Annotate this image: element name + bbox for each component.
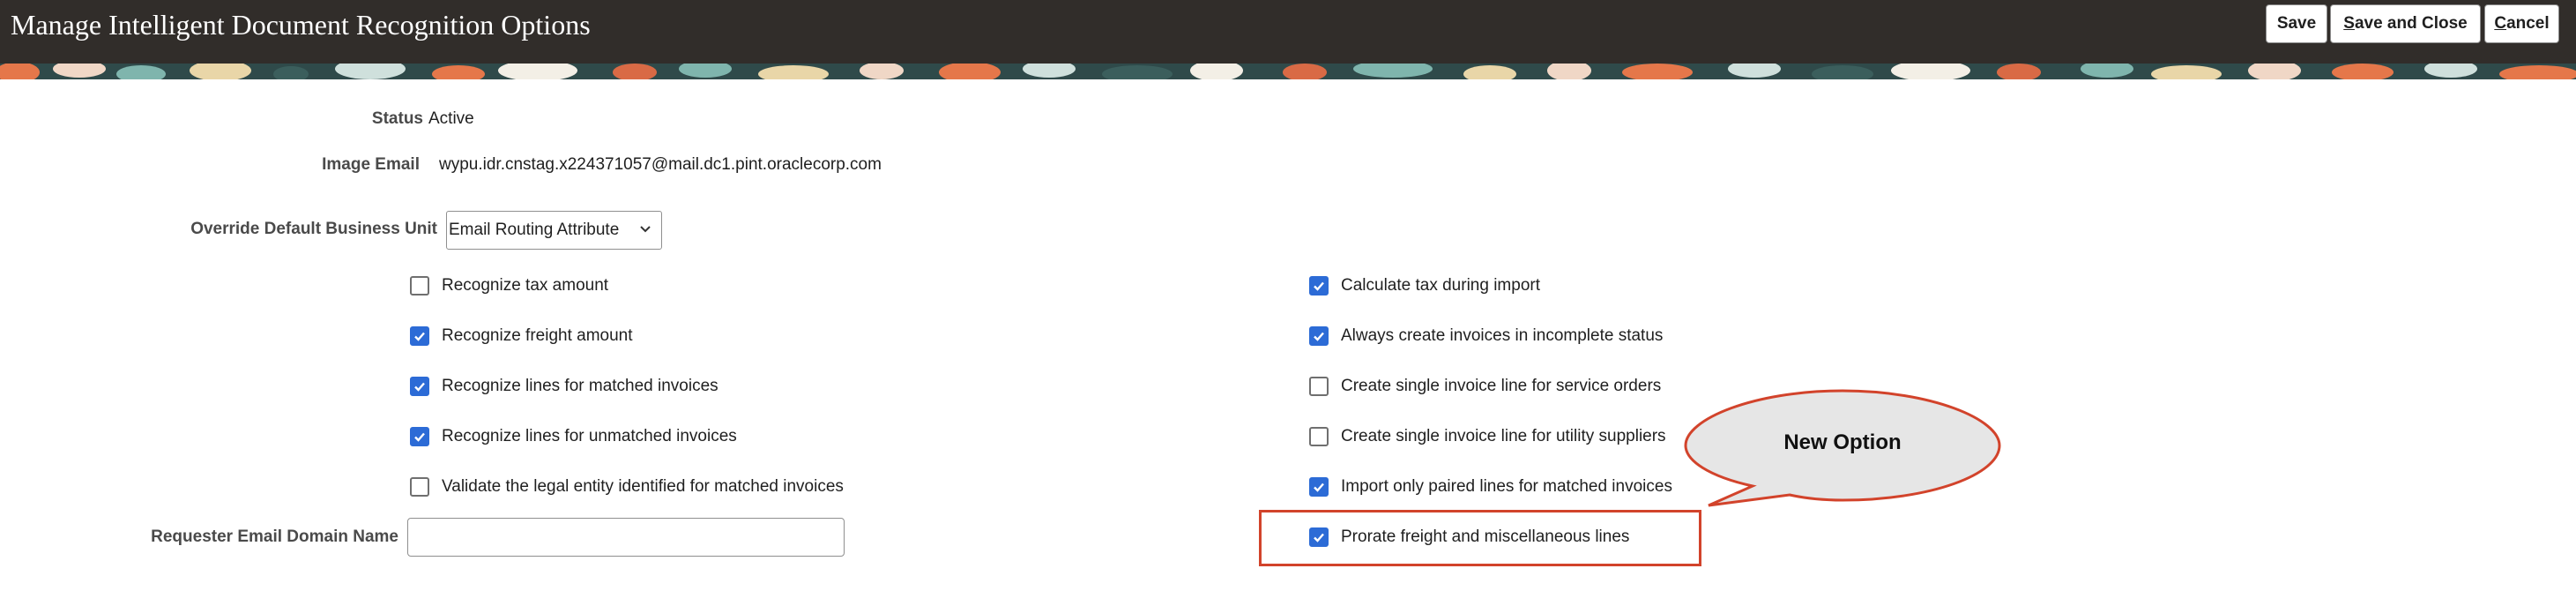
option-single-line-service-orders[interactable]: Create single invoice line for service o…: [1309, 373, 1661, 400]
chevron-down-icon: [640, 226, 651, 233]
checkbox[interactable]: [1309, 276, 1329, 296]
option-single-line-utility-suppliers[interactable]: Create single invoice line for utility s…: [1309, 423, 1666, 450]
cancel-button[interactable]: Cancel: [2484, 4, 2559, 43]
override-business-unit-label: Override Default Business Unit: [190, 220, 437, 238]
checkbox[interactable]: [1309, 427, 1329, 446]
checkmark-icon: [414, 332, 425, 341]
status-label: Status: [371, 109, 423, 128]
checkbox[interactable]: [410, 276, 429, 296]
page-header: Manage Intelligent Document Recognition …: [0, 0, 2576, 64]
option-label: Recognize lines for unmatched invoices: [442, 427, 737, 445]
override-business-unit-value: Email Routing Attribute: [449, 221, 620, 239]
checkmark-icon: [1314, 483, 1324, 492]
option-label: Calculate tax during import: [1341, 276, 1540, 295]
option-recognize-lines-matched[interactable]: Recognize lines for matched invoices: [410, 373, 718, 400]
checkmark-icon: [1314, 332, 1324, 341]
checkmark-icon: [1314, 281, 1324, 291]
option-recognize-lines-unmatched[interactable]: Recognize lines for unmatched invoices: [410, 423, 737, 450]
checkmark-icon: [414, 382, 425, 392]
option-label: Create single invoice line for utility s…: [1341, 427, 1666, 445]
cancel-label: ancel: [2506, 14, 2550, 33]
decorative-banner: [0, 64, 2576, 79]
option-label: Always create invoices in incomplete sta…: [1341, 326, 1664, 345]
checkmark-icon: [414, 432, 425, 442]
option-label: Create single invoice line for service o…: [1341, 377, 1662, 395]
save-and-close-mnemonic: S: [2343, 14, 2355, 33]
option-calculate-tax[interactable]: Calculate tax during import: [1309, 273, 1540, 299]
image-email-value: wypu.idr.cnstag.x224371057@mail.dc1.pint…: [439, 155, 882, 174]
checkbox[interactable]: [1309, 326, 1329, 346]
status-value: Active: [428, 109, 474, 128]
checkbox[interactable]: [1309, 377, 1329, 396]
save-and-close-label: ave and Close: [2354, 14, 2468, 33]
checkbox[interactable]: [1309, 477, 1329, 497]
image-email-label: Image Email: [322, 155, 420, 174]
option-label: Recognize freight amount: [442, 326, 633, 345]
option-label: Recognize tax amount: [442, 276, 609, 295]
save-and-close-button[interactable]: Save and Close: [2330, 4, 2481, 43]
page-title: Manage Intelligent Document Recognition …: [11, 9, 591, 41]
highlight-box: [1259, 510, 1701, 566]
option-import-paired-lines[interactable]: Import only paired lines for matched inv…: [1309, 474, 1672, 500]
cancel-mnemonic: C: [2494, 14, 2507, 33]
checkbox[interactable]: [410, 377, 429, 396]
callout-bubble: [1684, 389, 2001, 507]
requester-email-domain-input[interactable]: [407, 518, 845, 557]
callout-text: New Option: [1783, 430, 1902, 454]
save-button[interactable]: Save: [2266, 4, 2327, 43]
requester-email-domain-label: Requester Email Domain Name: [151, 527, 398, 546]
checkbox[interactable]: [410, 326, 429, 346]
option-recognize-tax-amount[interactable]: Recognize tax amount: [410, 273, 608, 299]
option-recognize-freight-amount[interactable]: Recognize freight amount: [410, 323, 633, 349]
option-validate-legal-entity[interactable]: Validate the legal entity identified for…: [410, 474, 844, 500]
option-label: Validate the legal entity identified for…: [442, 477, 844, 496]
override-business-unit-select[interactable]: Email Routing Attribute: [446, 211, 662, 250]
checkbox[interactable]: [410, 427, 429, 446]
option-label: Recognize lines for matched invoices: [442, 377, 718, 395]
option-incomplete-status[interactable]: Always create invoices in incomplete sta…: [1309, 323, 1663, 349]
checkbox[interactable]: [410, 477, 429, 497]
option-label: Import only paired lines for matched inv…: [1341, 477, 1672, 496]
